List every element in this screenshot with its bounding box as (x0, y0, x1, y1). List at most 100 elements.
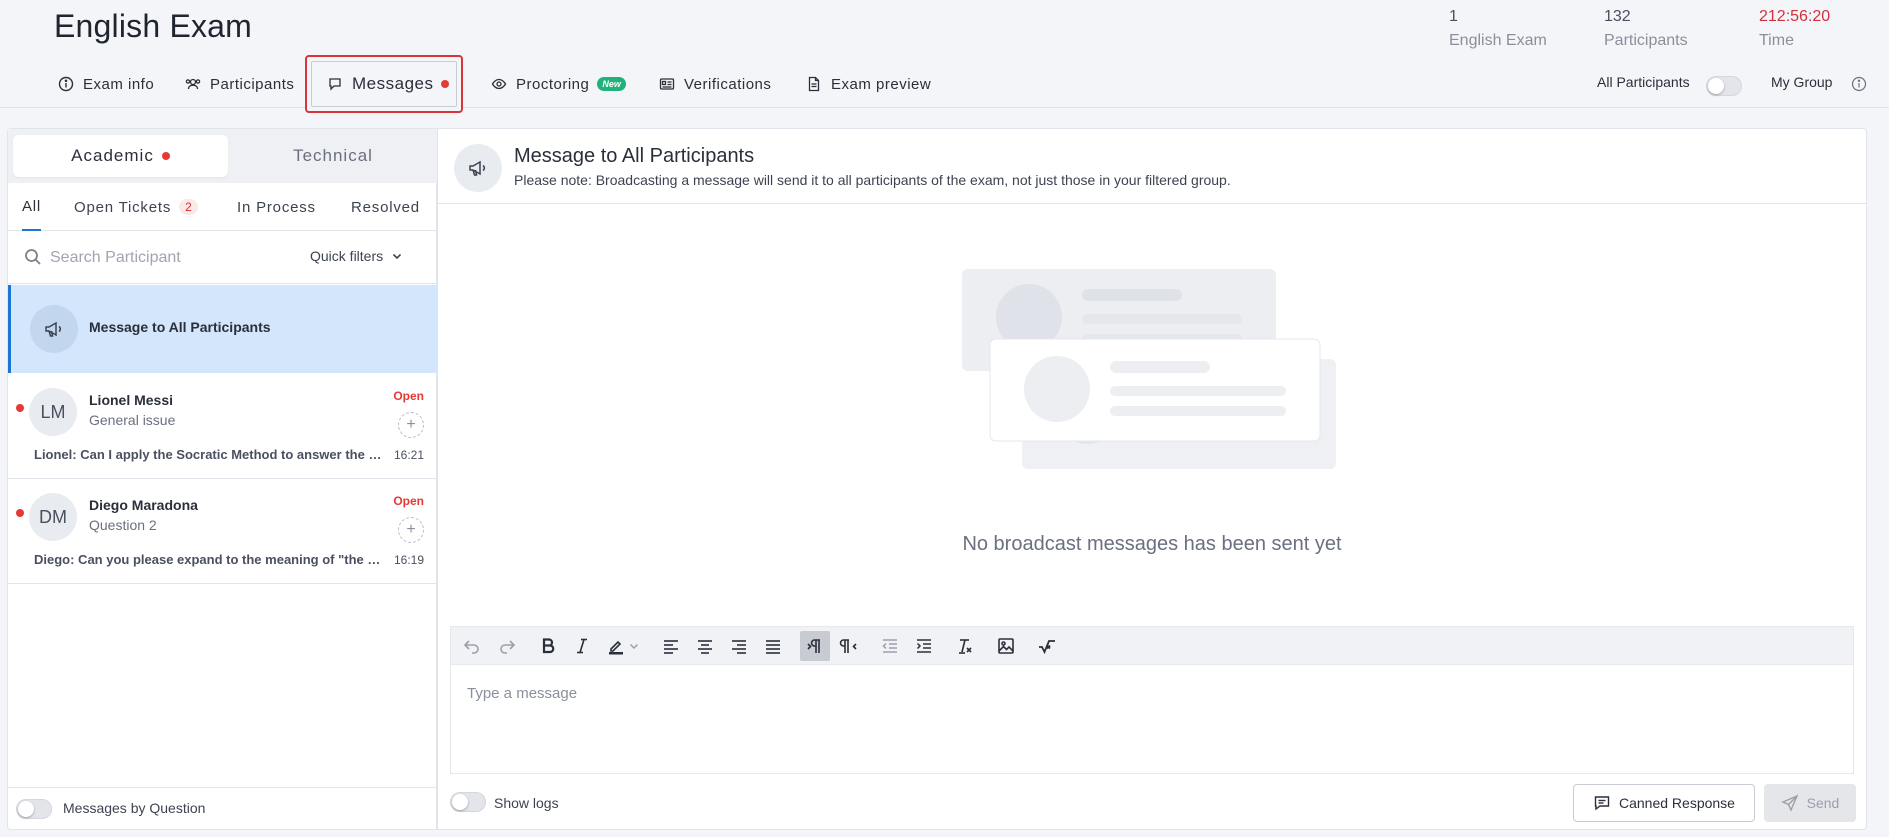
id-card-icon (659, 78, 675, 90)
segment-technical[interactable]: Technical (233, 135, 433, 177)
outdent-button[interactable] (875, 631, 905, 661)
segment-academic[interactable]: Academic (13, 135, 228, 177)
redo-button[interactable] (492, 631, 522, 661)
scope-my-group-label: My Group (1771, 74, 1833, 90)
insert-image-button[interactable] (991, 631, 1021, 661)
canned-response-button[interactable]: Canned Response (1573, 784, 1755, 822)
stat-label: English Exam (1449, 32, 1547, 49)
outdent-icon (882, 639, 897, 653)
search-row: Quick filters (8, 232, 438, 284)
broadcast-conversation-item[interactable]: Message to All Participants (8, 285, 438, 373)
toggle-knob (1708, 78, 1724, 94)
info-icon (58, 76, 74, 92)
send-label: Send (1806, 795, 1840, 811)
conversation-title: Message to All Participants (514, 145, 755, 167)
filter-resolved[interactable]: Resolved (351, 183, 420, 231)
clear-formatting-button[interactable] (950, 631, 980, 661)
assign-button[interactable]: + (398, 517, 424, 543)
tab-participants[interactable]: Participants (185, 60, 294, 108)
empty-state-message: No broadcast messages has been sent yet (962, 533, 1342, 555)
stat-value: 132 (1604, 8, 1631, 25)
align-right-button[interactable] (724, 631, 754, 661)
toggle-knob (18, 801, 34, 817)
search-icon (25, 249, 41, 265)
bold-button[interactable] (533, 631, 563, 661)
tab-label: Exam info (83, 75, 155, 93)
quick-filters-label: Quick filters (310, 248, 384, 264)
ticket-filter-tabs: All Open Tickets 2 In Process Resolved (8, 183, 438, 231)
insert-formula-button[interactable] (1032, 631, 1062, 661)
send-button[interactable]: Send (1764, 784, 1856, 822)
conversation-title: Message to All Participants (89, 319, 271, 335)
message-time: 16:19 (393, 553, 424, 567)
chat-icon (329, 78, 341, 91)
empty-state-illustration (962, 269, 1336, 469)
send-icon (1780, 794, 1798, 812)
justify-button[interactable] (758, 631, 788, 661)
editor-toolbar (450, 626, 1854, 664)
last-message-preview: Lionel: Can I apply the Socratic Method … (34, 447, 384, 462)
tab-label: Participants (210, 75, 295, 93)
indent-button[interactable] (909, 631, 939, 661)
filter-open-tickets[interactable]: Open Tickets 2 (74, 183, 198, 231)
count-badge: 2 (179, 199, 198, 215)
ticket-item[interactable]: LM Lionel Messi General issue Open + Lio… (8, 374, 438, 479)
tab-messages[interactable]: Messages (305, 55, 464, 113)
ltr-paragraph-icon (807, 639, 820, 653)
document-icon (808, 76, 820, 92)
tab-verifications[interactable]: Verifications (659, 60, 771, 108)
ltr-direction-button[interactable] (800, 631, 830, 661)
align-right-icon (732, 640, 746, 654)
chevron-down-icon (629, 643, 639, 650)
unread-dot (441, 80, 450, 88)
message-editor[interactable]: Type a message (450, 664, 1854, 774)
italic-button[interactable] (567, 631, 597, 661)
italic-icon (577, 638, 587, 654)
indent-icon (916, 639, 931, 653)
rtl-direction-button[interactable] (834, 631, 864, 661)
megaphone-icon (45, 321, 62, 337)
search-input[interactable] (50, 246, 280, 270)
status-badge: Open (393, 389, 424, 403)
scope-all-participants-label: All Participants (1597, 74, 1690, 90)
category-switch: Academic Technical (8, 129, 438, 183)
align-left-button[interactable] (656, 631, 686, 661)
new-badge: New (597, 77, 626, 91)
top-bar: English Exam 1 English Exam 132 Particip… (0, 0, 1889, 60)
message-time: 16:21 (393, 448, 424, 462)
tab-exam-info[interactable]: Exam info (58, 60, 154, 108)
scope-toggle[interactable] (1706, 76, 1742, 96)
align-center-button[interactable] (690, 631, 720, 661)
stat-time: 212:56:20 Time (1759, 5, 1830, 53)
stat-label: Participants (1604, 32, 1688, 49)
tab-label: Verifications (684, 75, 772, 93)
undo-button[interactable] (457, 631, 487, 661)
avatar (454, 144, 502, 192)
align-left-icon (664, 640, 678, 654)
avatar: DM (29, 493, 77, 541)
stat-label: Time (1759, 32, 1794, 49)
info-icon[interactable] (1851, 76, 1867, 92)
conversation-panel: Message to All Participants Please note:… (437, 128, 1867, 830)
stat-exams: 1 English Exam (1449, 5, 1547, 53)
redo-icon (500, 640, 516, 654)
tab-exam-preview[interactable]: Exam preview (806, 60, 931, 108)
filter-in-process[interactable]: In Process (237, 183, 316, 231)
eye-icon (491, 78, 507, 90)
square-root-icon (1039, 640, 1055, 655)
unread-dot (161, 152, 170, 160)
highlight-color-dropdown[interactable] (626, 631, 642, 661)
bold-icon (542, 638, 555, 654)
tab-label: Messages (352, 74, 434, 93)
page-title: English Exam (54, 8, 253, 44)
messages-by-question-toggle[interactable] (16, 799, 52, 819)
tab-proctoring[interactable]: Proctoring New (491, 60, 626, 108)
ticket-item[interactable]: DM Diego Maradona Question 2 Open + Dieg… (8, 479, 438, 584)
show-logs-toggle[interactable] (450, 792, 486, 812)
filter-all[interactable]: All (22, 183, 42, 231)
quick-filters-dropdown[interactable]: Quick filters (310, 248, 403, 264)
unread-dot (16, 509, 24, 517)
stat-participants: 132 Participants (1604, 5, 1688, 53)
ticket-topic: General issue (89, 412, 176, 428)
assign-button[interactable]: + (398, 412, 424, 438)
